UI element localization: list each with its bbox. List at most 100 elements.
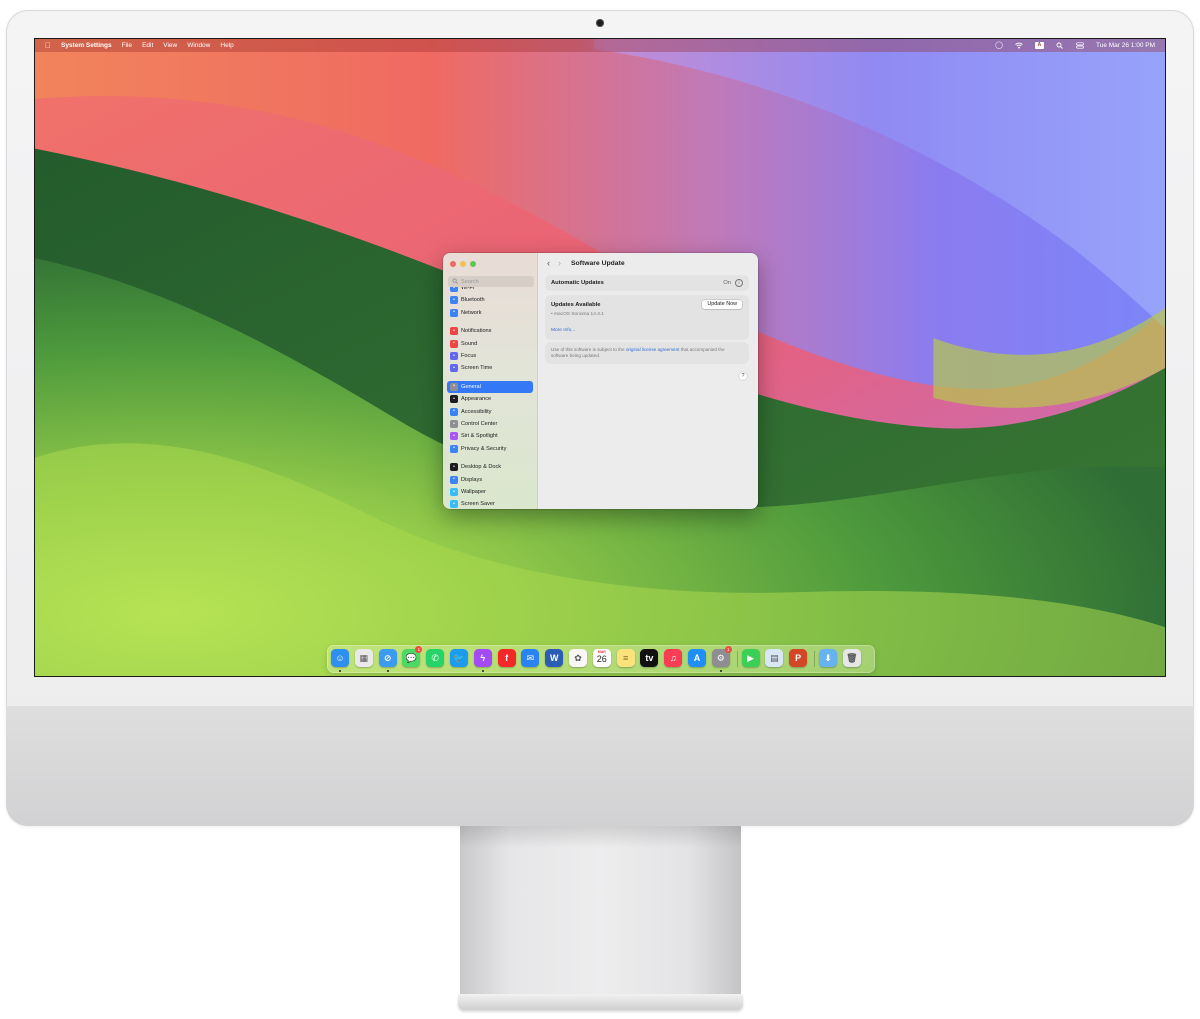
sidebar-item-label: Notifications <box>461 328 492 335</box>
menu-window[interactable]: Window <box>187 42 210 49</box>
sidebar-item-label: Bluetooth <box>461 297 485 304</box>
menu-edit[interactable]: Edit <box>142 42 153 49</box>
control-center-icon[interactable] <box>1076 42 1084 49</box>
wifi-icon: • <box>450 287 458 292</box>
safari-icon[interactable]: ⊘ <box>378 649 397 667</box>
sidebar-item-label: Screen Saver <box>461 501 495 508</box>
sidebar-item-desktop-dock[interactable]: • Desktop & Dock <box>447 461 533 473</box>
sidebar-item-screen-time[interactable]: • Screen Time <box>447 362 533 374</box>
facetime-icon[interactable]: ▶ <box>741 649 760 667</box>
running-indicator <box>386 670 389 672</box>
sidebar-item-focus[interactable]: • Focus <box>447 350 533 362</box>
whatsapp-icon[interactable]: ✆ <box>426 649 445 667</box>
sidebar-item-accessibility[interactable]: • Accessibility <box>447 406 533 418</box>
menu-app-name[interactable]: System Settings <box>61 42 112 49</box>
twitter-icon[interactable]: 🐦 <box>450 649 468 667</box>
sidebar-item-label: Wallpaper <box>461 489 486 495</box>
imac-stand-foot <box>458 994 743 1010</box>
sidebar-item-screen-saver[interactable]: • Screen Saver <box>447 498 533 509</box>
system-settings-window: • Wi-Fi • Bluetooth • Network • Notifications • S… <box>443 253 758 509</box>
calendar-day: 26 <box>596 654 607 664</box>
camera-icon <box>596 19 604 27</box>
keyboard-input-icon[interactable]: A <box>1034 42 1044 49</box>
trash-glyph: 🗑 <box>846 652 858 663</box>
help-button[interactable]: ? <box>739 372 747 380</box>
menu-clock[interactable]: Tue Mar 26 1:00 PM <box>1096 42 1155 49</box>
sidebar-item-sound[interactable]: • Sound <box>447 338 533 350</box>
sidebar-item-appearance[interactable]: • Appearance <box>447 393 533 405</box>
accessibility-icon: • <box>450 407 458 416</box>
search-icon[interactable] <box>1056 42 1064 49</box>
sidebar-item-privacy-security[interactable]: • Privacy & Security <box>447 443 533 455</box>
settings-sidebar: • Wi-Fi • Bluetooth • Network • Notifications • S… <box>443 253 538 509</box>
flipboard-icon[interactable]: f <box>497 649 516 667</box>
screen:  System Settings File Edit View Window … <box>34 38 1166 677</box>
notes-icon[interactable]: ≡ <box>616 649 635 667</box>
updates-available-card: Updates Available • macOS Sonoma 14.4.1 … <box>546 296 748 339</box>
mail-icon[interactable]: ✉ <box>521 649 540 667</box>
sidebar-item-bluetooth[interactable]: • Bluetooth <box>447 294 533 306</box>
license-agreement-link[interactable]: original license agreement <box>626 347 680 352</box>
search-input[interactable]: Search <box>448 276 534 287</box>
minimize-button[interactable] <box>460 261 466 267</box>
license-notice: Use of this software is subject to the o… <box>546 343 748 363</box>
preview-icon[interactable]: ▤ <box>765 649 784 667</box>
sidebar-item-displays[interactable]: • Displays <box>447 474 533 486</box>
window-controls <box>450 261 476 267</box>
imac-chin <box>6 706 1194 826</box>
more-info-link[interactable]: More Info... <box>551 328 575 333</box>
siri-icon[interactable]: ◯ <box>995 42 1003 49</box>
calendar-icon[interactable]: MAR 26 <box>592 649 611 667</box>
powerpoint-glyph: P <box>795 652 802 663</box>
bell-icon: • <box>450 327 458 336</box>
word-icon[interactable]: W <box>545 649 564 667</box>
close-button[interactable] <box>450 261 456 267</box>
sidebar-item-label: Control Center <box>461 421 498 427</box>
sidebar-item-wallpaper[interactable]: • Wallpaper <box>447 486 533 498</box>
back-button[interactable]: ‹ <box>547 258 550 268</box>
apple-menu-icon[interactable]:  <box>45 41 51 50</box>
sidebar-item-network[interactable]: • Network <box>447 307 533 319</box>
sidebar-item-label: General <box>461 383 481 390</box>
messenger-icon[interactable]: ϟ <box>473 649 492 667</box>
photos-icon[interactable]: ✿ <box>569 649 587 667</box>
sidebar-item-label: Screen Time <box>461 365 493 372</box>
wifi-icon[interactable] <box>1015 42 1023 49</box>
safari-glyph: ⊘ <box>383 652 392 663</box>
app-store-icon[interactable]: A <box>688 649 706 667</box>
sidebar-item-control-center[interactable]: • Control Center <box>447 418 533 430</box>
photos-glyph: ✿ <box>574 652 582 663</box>
menu-bar:  System Settings File Edit View Window … <box>35 39 1165 52</box>
flipboard-glyph: f <box>505 652 509 663</box>
launchpad-icon[interactable]: ▦ <box>354 649 373 667</box>
update-now-button[interactable]: Update Now <box>702 300 742 309</box>
apple-tv-icon[interactable]: tv <box>640 649 659 667</box>
sidebar-item-general[interactable]: • General <box>447 380 533 393</box>
sidebar-item-siri-spotlight[interactable]: • Siri & Spotlight <box>447 430 533 442</box>
menu-help[interactable]: Help <box>220 42 233 49</box>
sidebar-item-label: Siri & Spotlight <box>461 433 498 440</box>
sidebar-item-label: Appearance <box>461 396 492 403</box>
automatic-updates-row[interactable]: Automatic Updates On i <box>546 276 748 290</box>
settings-main-pane: ‹ › Software Update Automatic Updates On… <box>538 253 758 509</box>
messenger-glyph: ϟ <box>480 652 486 663</box>
app-store-glyph: A <box>693 652 701 663</box>
menu-file[interactable]: File <box>122 42 132 49</box>
siri-icon: • <box>450 432 458 441</box>
music-icon[interactable]: ♫ <box>664 649 683 667</box>
zoom-button[interactable] <box>470 261 476 267</box>
finder-glyph: ☺ <box>335 652 345 663</box>
info-icon[interactable]: i <box>735 279 743 287</box>
forward-button[interactable]: › <box>558 258 561 268</box>
globe-icon: • <box>450 308 458 317</box>
sidebar-item-label: Wi-Fi <box>461 287 475 291</box>
messages-glyph: 💬 <box>405 652 417 663</box>
powerpoint-icon[interactable]: P <box>789 649 808 667</box>
finder-icon[interactable]: ☺ <box>331 649 349 667</box>
mail-glyph: ✉ <box>526 652 535 663</box>
sidebar-item-notifications[interactable]: • Notifications <box>447 325 533 337</box>
downloads-folder-icon[interactable]: ⬇ <box>819 649 837 667</box>
menu-view[interactable]: View <box>163 42 177 49</box>
trash-icon[interactable]: 🗑 <box>842 649 861 667</box>
sidebar-item-wi-fi[interactable]: • Wi-Fi <box>447 287 533 294</box>
